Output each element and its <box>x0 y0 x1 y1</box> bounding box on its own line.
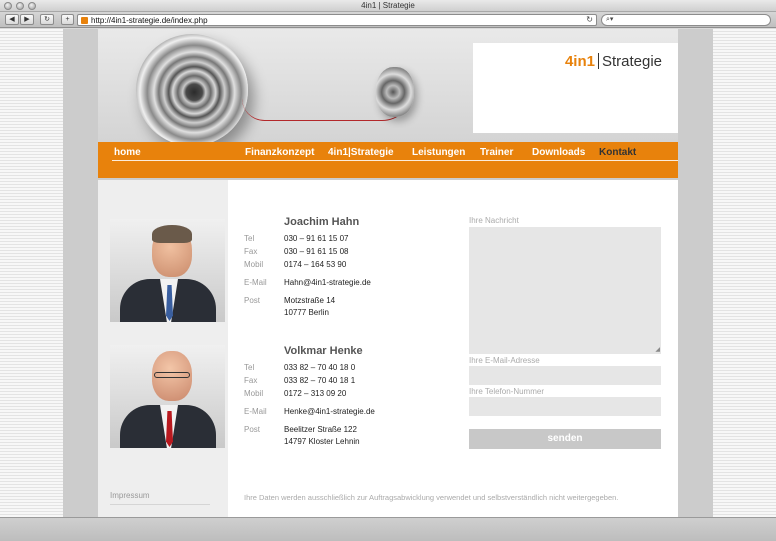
mobil-value: 0174 – 164 53 90 <box>284 260 347 269</box>
nav-item-home[interactable]: home <box>114 147 141 158</box>
city-value: 10777 Berlin <box>284 308 329 317</box>
site-header: 4in1 Strategie <box>98 29 678 142</box>
plus-icon: + <box>65 16 70 23</box>
city-value: 14797 Kloster Lehnin <box>284 437 360 446</box>
window-titlebar: 4in1 | Strategie <box>0 0 776 12</box>
site-favicon-icon <box>81 17 88 24</box>
send-button[interactable]: senden <box>469 429 661 449</box>
nav-item-leistungen[interactable]: Leistungen <box>412 147 465 158</box>
contact-content: Joachim Hahn Tel 030 – 91 61 15 07 Fax 0… <box>228 180 678 517</box>
post-label: Post <box>244 425 261 434</box>
tel-value: 030 – 91 61 15 07 <box>284 234 349 243</box>
forward-button[interactable]: ▶ <box>20 14 34 25</box>
address-url: http://4in1-strategie.de/index.php <box>91 16 208 25</box>
page-viewport[interactable]: 4in1 Strategie home Finanzkonzept 4in1|St… <box>0 29 776 517</box>
logo-divider <box>597 53 599 69</box>
nav-item-kontakt[interactable]: Kontakt <box>599 147 636 158</box>
address-bar[interactable]: http://4in1-strategie.de/index.php ↻ <box>77 14 597 26</box>
window-title: 4in1 | Strategie <box>361 1 415 10</box>
privacy-disclaimer: Ihre Daten werden ausschließlich zur Auf… <box>244 493 619 502</box>
photo-hair <box>152 225 192 243</box>
search-icon: ⌕▾ <box>606 16 614 23</box>
tel-value: 033 82 – 70 40 18 0 <box>284 363 356 372</box>
nav-item-strategie[interactable]: 4in1|Strategie <box>328 147 394 158</box>
email-label: E-Mail <box>244 407 267 416</box>
mobil-label: Mobil <box>244 260 264 269</box>
photo-glasses <box>154 372 190 378</box>
message-label: Ihre Nachricht <box>469 216 519 225</box>
small-tin-can-image <box>376 67 414 117</box>
fax-label: Fax <box>244 376 258 385</box>
logo-mark: 4in1 <box>564 53 595 70</box>
email-label: E-Mail <box>244 278 267 287</box>
fax-label: Fax <box>244 247 258 256</box>
phone-input[interactable] <box>469 397 661 416</box>
refresh-icon[interactable]: ↻ <box>586 15 593 24</box>
back-button[interactable]: ◀ <box>5 14 19 25</box>
mobil-value: 0172 – 313 09 20 <box>284 389 347 398</box>
contact-name: Volkmar Henke <box>284 345 363 357</box>
fax-value: 030 – 91 61 15 08 <box>284 247 349 256</box>
nav-item-downloads[interactable]: Downloads <box>532 147 585 158</box>
post-label: Post <box>244 296 261 305</box>
resize-grip-icon[interactable]: ◢ <box>655 346 660 353</box>
photo-joachim-hahn <box>110 219 225 322</box>
window-bottom-frame <box>0 517 776 541</box>
fax-value: 033 82 – 70 40 18 1 <box>284 376 356 385</box>
email-link[interactable]: Hahn@4in1-strategie.de <box>284 278 371 287</box>
forward-arrow-icon: ▶ <box>24 16 30 23</box>
logo-panel: 4in1 Strategie <box>473 43 678 133</box>
sidebar: Impressum <box>98 180 228 517</box>
nav-item-finanzkonzept[interactable]: Finanzkonzept <box>245 147 314 158</box>
nav-underline <box>112 160 678 161</box>
nav-item-trainer[interactable]: Trainer <box>480 147 513 158</box>
site-container: 4in1 Strategie home Finanzkonzept 4in1|St… <box>63 29 713 517</box>
back-arrow-icon: ◀ <box>9 16 15 23</box>
email-input-label: Ihre E-Mail-Adresse <box>469 356 540 365</box>
reload-button[interactable]: ↻ <box>40 14 54 25</box>
email-link[interactable]: Henke@4in1-strategie.de <box>284 407 375 416</box>
browser-toolbar: ◀ ▶ ↻ + http://4in1-strategie.de/index.p… <box>0 12 776 28</box>
contact-name: Joachim Hahn <box>284 216 360 228</box>
add-bookmark-button[interactable]: + <box>61 14 74 25</box>
street-value: Motzstraße 14 <box>284 296 336 305</box>
mobil-label: Mobil <box>244 389 264 398</box>
tel-label: Tel <box>244 234 255 243</box>
search-field[interactable]: ⌕▾ <box>601 14 771 26</box>
photo-volkmar-henke <box>110 345 225 448</box>
tel-label: Tel <box>244 363 255 372</box>
reload-icon: ↻ <box>44 16 50 23</box>
main-navigation: home Finanzkonzept 4in1|Strategie Leistu… <box>98 142 678 178</box>
email-input[interactable] <box>469 366 661 385</box>
phone-input-label: Ihre Telefon-Nummer <box>469 387 544 396</box>
message-textarea[interactable]: ◢ <box>469 227 661 354</box>
large-tin-can-image <box>136 34 248 142</box>
street-value: Beelitzer Straße 122 <box>284 425 357 434</box>
impressum-link[interactable]: Impressum <box>110 491 150 500</box>
site-logo[interactable]: 4in1 Strategie <box>565 53 662 70</box>
logo-text: Strategie <box>601 53 662 70</box>
impressum-divider <box>110 504 210 505</box>
